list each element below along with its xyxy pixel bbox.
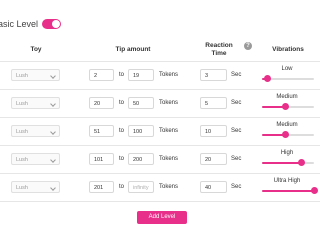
tip-to-input[interactable]: 200 [128, 153, 154, 165]
vibration-slider[interactable] [262, 159, 314, 166]
tip-to-value: 50 [133, 101, 140, 107]
chevron-down-icon [50, 157, 56, 163]
tokens-label: Tokens [159, 156, 179, 162]
chevron-down-icon [50, 73, 56, 79]
vibration-level-label: Ultra High [273, 178, 301, 184]
tip-to-input[interactable]: infinity [128, 181, 154, 193]
tip-from-input[interactable]: 51 [89, 125, 114, 137]
sec-label: Sec [231, 100, 242, 106]
tokens-label: Tokens [159, 72, 179, 78]
tip-from-input[interactable]: 20 [89, 97, 114, 109]
vibration-slider[interactable] [262, 131, 314, 138]
help-icon[interactable]: ? [244, 42, 252, 50]
toy-select[interactable]: Lush [11, 153, 60, 165]
vibration-slider[interactable] [262, 103, 314, 110]
sec-label: Sec [231, 184, 242, 190]
tokens-label: Tokens [159, 184, 179, 190]
to-label: to [119, 100, 125, 106]
toy-select[interactable]: Lush [11, 69, 60, 81]
vibration-slider-handle[interactable] [298, 159, 305, 166]
tip-to-placeholder: infinity [133, 185, 149, 191]
vibration-slider-fill [262, 190, 314, 192]
tip-to-input[interactable]: 100 [128, 125, 154, 137]
sec-label: Sec [231, 72, 242, 78]
toy-select-value: Lush [16, 73, 28, 79]
tokens-label: Tokens [159, 128, 179, 134]
to-label: to [119, 128, 125, 134]
vibration-slider-handle[interactable] [311, 187, 318, 194]
sec-label: Sec [231, 156, 242, 162]
tip-to-value: 19 [133, 73, 140, 79]
vibration-slider[interactable] [262, 187, 318, 194]
sec-label: Sec [231, 128, 242, 134]
table-row: Lush 51 to 100 Tokens 10 Sec Medium [0, 118, 320, 146]
toy-select-value: Lush [16, 157, 28, 163]
chevron-down-icon [50, 185, 56, 191]
table-row: Lush 101 to 200 Tokens 20 Sec High [0, 146, 320, 174]
row-divider [0, 201, 320, 202]
to-label: to [119, 184, 125, 190]
toy-select-value: Lush [16, 185, 28, 191]
vibration-slider-handle[interactable] [264, 75, 272, 82]
chevron-down-icon [50, 101, 56, 107]
column-header-vibrations: Vibrations [272, 46, 304, 53]
toy-select-value: Lush [16, 101, 28, 107]
tip-to-input[interactable]: 19 [128, 69, 154, 81]
page-title: asic Level [0, 19, 39, 29]
column-header-tip-amount: Tip amount [115, 46, 151, 53]
table-row: Lush 2 to 19 Tokens 3 Sec Low [0, 62, 320, 90]
tip-to-input[interactable]: 50 [128, 97, 154, 109]
vibration-slider[interactable] [262, 75, 314, 82]
vibration-slider-handle[interactable] [282, 131, 290, 138]
tip-from-input[interactable]: 201 [89, 181, 114, 193]
toy-select[interactable]: Lush [11, 125, 60, 137]
vibration-slider-handle[interactable] [282, 103, 290, 110]
tokens-label: Tokens [159, 100, 179, 106]
table-row: Lush 20 to 50 Tokens 5 Sec Medium [0, 90, 320, 118]
chevron-down-icon [50, 129, 56, 135]
basic-level-toggle[interactable] [42, 19, 61, 29]
vibration-level-label: Medium [276, 122, 298, 128]
reaction-time-input[interactable]: 5 [200, 97, 227, 109]
vibration-slider-fill [262, 162, 301, 164]
toy-select-value: Lush [16, 129, 28, 135]
vibration-level-label: Medium [276, 94, 298, 100]
reaction-time-input[interactable]: 20 [200, 153, 227, 165]
toggle-knob [52, 20, 60, 28]
column-header-reaction-time: Reaction Time [205, 42, 233, 57]
tip-to-value: 200 [133, 157, 143, 163]
tip-to-value: 100 [133, 129, 143, 135]
to-label: to [119, 156, 125, 162]
reaction-time-input[interactable]: 40 [200, 181, 227, 193]
tip-from-input[interactable]: 2 [89, 69, 114, 81]
toy-select[interactable]: Lush [11, 181, 60, 193]
toy-select[interactable]: Lush [11, 97, 60, 109]
reaction-time-input[interactable]: 10 [200, 125, 227, 137]
tip-from-input[interactable]: 101 [89, 153, 114, 165]
reaction-time-input[interactable]: 3 [200, 69, 227, 81]
table-row: Lush 201 to infinity Tokens 40 Sec Ultra High [0, 174, 320, 202]
column-header-toy: Toy [30, 46, 42, 53]
vibration-level-label: High [280, 150, 294, 156]
vibration-level-label: Low [281, 66, 293, 72]
add-level-button[interactable]: Add Level [137, 211, 187, 224]
to-label: to [119, 72, 125, 78]
